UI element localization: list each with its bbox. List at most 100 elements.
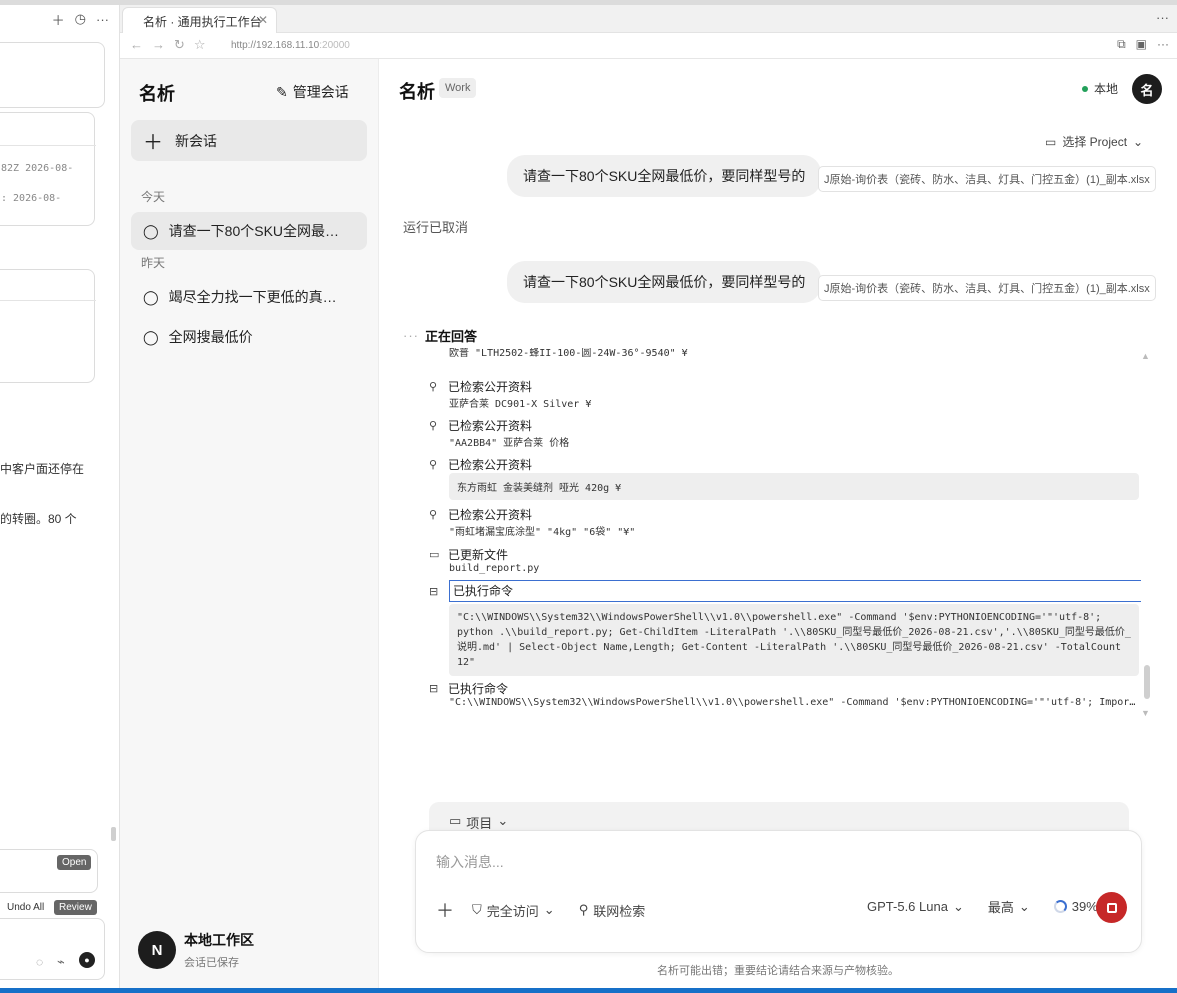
more-icon[interactable]: ··· bbox=[1156, 10, 1169, 25]
status-dot-icon bbox=[1082, 85, 1088, 92]
local-status: 本地 bbox=[1082, 80, 1118, 97]
new-chat-button[interactable]: ＋ 新会话 bbox=[131, 120, 367, 161]
back-icon[interactable]: ← bbox=[130, 37, 143, 53]
loading-icon: ◌ bbox=[36, 955, 44, 969]
user-message: 请查一下80个SKU全网最低价，要同样型号的 bbox=[507, 261, 822, 303]
close-tab-icon[interactable]: ✕ bbox=[258, 13, 268, 27]
undo-all-button[interactable]: Undo All bbox=[2, 900, 49, 915]
user-message: 请查一下80个SKU全网最低价，要同样型号的 bbox=[507, 155, 822, 197]
timestamp-text: 82Z 2026-08- bbox=[1, 163, 74, 174]
effort-label: 最高 bbox=[987, 900, 1014, 915]
activity-item[interactable]: ⊟ 已执行命令 "C:\\WINDOWS\\System32\\WindowsPo… bbox=[429, 580, 1141, 676]
composer-settings: GPT-5.6 Luna ⌄ 最高 ⌄ 39% bbox=[867, 897, 1098, 916]
left-panel-toolbar: ＋ ◷ ··· bbox=[0, 5, 119, 33]
activity-detail: "C:\\WINDOWS\\System32\\WindowsPowerShel… bbox=[449, 604, 1139, 676]
scroll-down-icon[interactable]: ▼ bbox=[1141, 708, 1150, 718]
activity-item[interactable]: ⚲ 已检索公开资料 东方雨虹 金装美缝剂 哑光 420g ¥ bbox=[429, 455, 1141, 500]
answering-label: 正在回答 bbox=[425, 329, 478, 344]
activity-title: 已检索公开资料 bbox=[448, 379, 533, 394]
chat-bubble-icon: ◯ bbox=[143, 222, 159, 239]
activity-title: 已执行命令 bbox=[449, 580, 1141, 602]
page-title: 名析 bbox=[399, 82, 435, 102]
tab-title: 名析 · 通用执行工作台 bbox=[143, 15, 262, 29]
address-bar-actions: ⧉ ▣ ··· bbox=[1117, 37, 1169, 52]
reload-icon[interactable]: ↻ bbox=[174, 37, 185, 53]
chevron-down-icon: ⌄ bbox=[1018, 898, 1030, 914]
open-button[interactable]: Open bbox=[57, 855, 92, 870]
activity-item[interactable]: ▭ 已更新文件 build_report.py bbox=[429, 545, 1141, 575]
left-panel-input[interactable]: ◌ ⌁ ● bbox=[0, 918, 105, 980]
browser-tab[interactable]: 名析 · 通用执行工作台 ✕ bbox=[122, 7, 277, 33]
url-field[interactable]: http://192.168.11.10:20000 bbox=[231, 40, 350, 51]
activity-item[interactable]: ⚲ 已检索公开资料 "AA2BB4" 亚萨合莱 价格 bbox=[429, 416, 1141, 450]
more-icon[interactable]: ··· bbox=[96, 12, 109, 27]
model-select[interactable]: GPT-5.6 Luna ⌄ bbox=[867, 899, 964, 915]
access-select[interactable]: ⛉ 完全访问 ⌄ bbox=[472, 901, 555, 920]
search-icon: ⚲ bbox=[429, 458, 438, 471]
forward-icon[interactable]: → bbox=[152, 37, 165, 53]
activity-item[interactable]: ⊟ 已执行命令 "C:\\WINDOWS\\System32\\WindowsPo… bbox=[429, 679, 1141, 709]
loading-dots-icon: ··· bbox=[403, 328, 419, 343]
mode-badge: Work bbox=[439, 78, 477, 98]
effort-select[interactable]: 最高 ⌄ bbox=[988, 897, 1030, 916]
web-search-toggle[interactable]: ⚲ 联网检索 bbox=[579, 901, 646, 920]
folder-icon: ▭ bbox=[429, 548, 440, 561]
manage-sessions-button[interactable]: ✎ 管理会话 bbox=[276, 82, 349, 102]
project-select[interactable]: ▭ 选择 Project ⌄ bbox=[1045, 133, 1143, 150]
chevron-down-icon: ⌄ bbox=[952, 898, 964, 914]
activity-log[interactable]: 欧普 "LTH2502-蜂II-100-圆-24W-36°-9540" ¥ ⚲ 已… bbox=[429, 348, 1141, 720]
avatar[interactable]: 名 bbox=[1132, 74, 1162, 104]
scrollbar-thumb[interactable] bbox=[1144, 665, 1150, 699]
disclaimer-text: 名析可能出错；重要结论请结合来源与产物核验。 bbox=[657, 965, 899, 977]
progress-percent: 39% bbox=[1071, 899, 1098, 914]
attached-file[interactable]: J原始-询价表（瓷砖、防水、洁具、灯具、门控五金）(1)_副本.xlsx bbox=[818, 166, 1156, 192]
conversation-item[interactable]: ◯ 请查一下80个SKU全网最低价，要同样型号的 bbox=[131, 212, 367, 250]
shield-icon: ⛉ bbox=[472, 902, 482, 917]
activity-title: 已检索公开资料 bbox=[448, 507, 533, 522]
main-area: 名析 Work 本地 名 ▭ 选择 Project ⌄ 请查一下80个SKU全网… bbox=[379, 59, 1177, 988]
web-search-label: 联网检索 bbox=[593, 903, 646, 919]
chevron-down-icon: ⌄ bbox=[1133, 134, 1144, 149]
left-panel-text: 的转圈。80 个 bbox=[0, 512, 77, 526]
run-cancelled-text: 运行已取消 bbox=[403, 220, 469, 235]
attach-icon[interactable]: ⌁ bbox=[57, 954, 65, 970]
mic-icon[interactable]: ● bbox=[79, 952, 95, 968]
scrollbar-thumb[interactable] bbox=[111, 827, 116, 841]
activity-title: 已更新文件 bbox=[448, 547, 509, 562]
conversation-item[interactable]: ◯ 全网搜最低价 bbox=[131, 318, 367, 356]
section-today: 今天 bbox=[141, 190, 166, 204]
left-panel-text: 中客户面还停在 bbox=[0, 462, 85, 476]
sidebar-icon[interactable]: ▣ bbox=[1136, 37, 1147, 52]
stop-button[interactable] bbox=[1096, 892, 1127, 923]
avatar: N bbox=[138, 931, 176, 969]
activity-item[interactable]: ⚲ 已检索公开资料 "雨虹堵漏宝底涂型" "4kg" "6袋" "¥" bbox=[429, 505, 1141, 539]
edit-icon: ✎ bbox=[276, 83, 288, 100]
more-icon[interactable]: ··· bbox=[1157, 37, 1169, 52]
left-panel-card: 82Z 2026-08- : 2026-08- bbox=[0, 112, 96, 226]
add-icon[interactable]: ＋ bbox=[52, 10, 65, 29]
composer-toolbar: ＋ ⛉ 完全访问 ⌄ ⚲ 联网检索 bbox=[436, 897, 669, 923]
chat-bubble-icon: ◯ bbox=[143, 328, 159, 345]
app-title: 名析 bbox=[139, 84, 175, 104]
history-icon[interactable]: ◷ bbox=[75, 11, 86, 27]
conversation-label: 竭尽全力找一下更低的真实价格 bbox=[168, 289, 349, 305]
add-attachment-icon[interactable]: ＋ bbox=[436, 897, 454, 923]
review-button[interactable]: Review bbox=[54, 900, 97, 915]
progress-ring-icon bbox=[1053, 900, 1067, 913]
message-composer[interactable]: 输入消息... ＋ ⛉ 完全访问 ⌄ ⚲ 联网检索 GPT-5.6 Luna ⌄… bbox=[415, 830, 1142, 953]
cast-icon[interactable]: ⧉ bbox=[1117, 37, 1126, 52]
attached-file[interactable]: J原始-询价表（瓷砖、防水、洁具、灯具、门控五金）(1)_副本.xlsx bbox=[818, 275, 1156, 301]
activity-detail: "C:\\WINDOWS\\System32\\WindowsPowerShel… bbox=[449, 697, 1139, 708]
scroll-up-icon[interactable]: ▲ bbox=[1141, 351, 1150, 361]
message-input[interactable]: 输入消息... bbox=[436, 852, 504, 872]
conversation-item[interactable]: ◯ 竭尽全力找一下更低的真实价格 bbox=[131, 278, 367, 316]
conversation-label: 请查一下80个SKU全网最低价，要同样型号的 bbox=[168, 223, 349, 239]
taskbar-strip bbox=[0, 988, 1177, 993]
activity-detail: 亚萨合莱 DC901-X Silver ¥ bbox=[449, 399, 592, 410]
activity-item: 欧普 "LTH2502-蜂II-100-圆-24W-36°-9540" ¥ bbox=[429, 348, 1141, 359]
activity-item[interactable]: ⚲ 已检索公开资料 亚萨合莱 DC901-X Silver ¥ bbox=[429, 377, 1141, 411]
left-panel-card: Open bbox=[0, 849, 98, 893]
plus-icon: ＋ bbox=[143, 132, 163, 154]
star-icon[interactable]: ☆ bbox=[194, 37, 206, 53]
workspace-info[interactable]: N 本地工作区 会话已保存 bbox=[138, 930, 254, 970]
